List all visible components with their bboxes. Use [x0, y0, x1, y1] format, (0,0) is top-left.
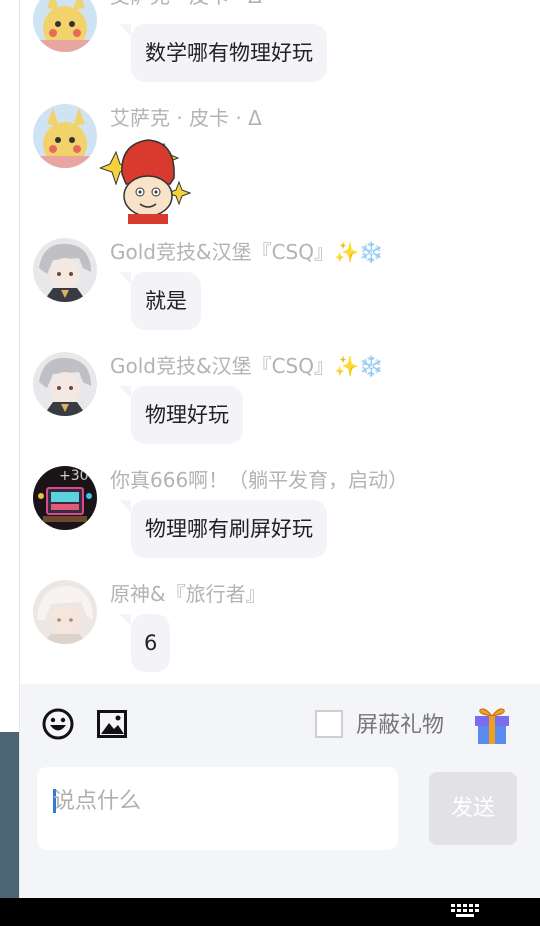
red-hair-sparkle-sticker[interactable]	[98, 134, 192, 224]
chat-message-list[interactable]: 艾萨克 · 皮卡 · Δ 数学哪有物理好玩 艾萨克 · 皮卡 · Δ	[20, 0, 540, 684]
block-gift-label[interactable]: 屏蔽礼物	[356, 707, 444, 739]
message-input[interactable]: 说点什么	[37, 767, 398, 850]
avatar-silver-hair[interactable]	[33, 238, 97, 302]
keyboard-icon[interactable]	[450, 903, 482, 921]
sender-name[interactable]: 艾萨克 · 皮卡 · Δ	[110, 102, 262, 131]
composer-panel: 屏蔽礼物 说点什么 发送	[20, 684, 540, 898]
gift-icon[interactable]	[472, 704, 512, 746]
send-button[interactable]: 发送	[429, 772, 517, 845]
background-app-edge	[0, 732, 20, 898]
message-bubble[interactable]: 物理哪有刷屏好玩	[119, 500, 327, 558]
left-edge-strip	[0, 0, 20, 898]
message-bubble[interactable]: 物理好玩	[119, 386, 243, 444]
block-gift-checkbox[interactable]	[315, 710, 343, 738]
message-input-placeholder: 说点什么	[53, 789, 142, 814]
avatar-silver-hair[interactable]	[33, 352, 97, 416]
sender-name[interactable]: 你真666啊！（躺平发育，启动）	[110, 464, 408, 493]
message-bubble[interactable]: 就是	[119, 272, 201, 330]
message-bubble[interactable]: 6	[118, 614, 171, 672]
system-navigation-bar	[0, 898, 540, 926]
sender-name[interactable]: Gold竞技&汉堡『CSQ』✨❄️	[110, 350, 384, 379]
image-icon[interactable]	[97, 710, 127, 738]
message-bubble[interactable]: 数学哪有物理好玩	[119, 24, 327, 82]
emoji-icon[interactable]	[42, 708, 74, 740]
sender-name[interactable]: 艾萨克 · 皮卡 · Δ	[110, 0, 262, 9]
avatar-pikachu[interactable]	[33, 104, 97, 168]
avatar-traveler[interactable]	[33, 580, 97, 644]
sender-name[interactable]: Gold竞技&汉堡『CSQ』✨❄️	[110, 236, 384, 265]
avatar-arcade[interactable]: +30	[33, 466, 97, 530]
avatar-badge: +30	[59, 468, 89, 484]
sender-name[interactable]: 原神&『旅行者』	[110, 578, 266, 607]
avatar-pikachu[interactable]	[33, 0, 97, 52]
